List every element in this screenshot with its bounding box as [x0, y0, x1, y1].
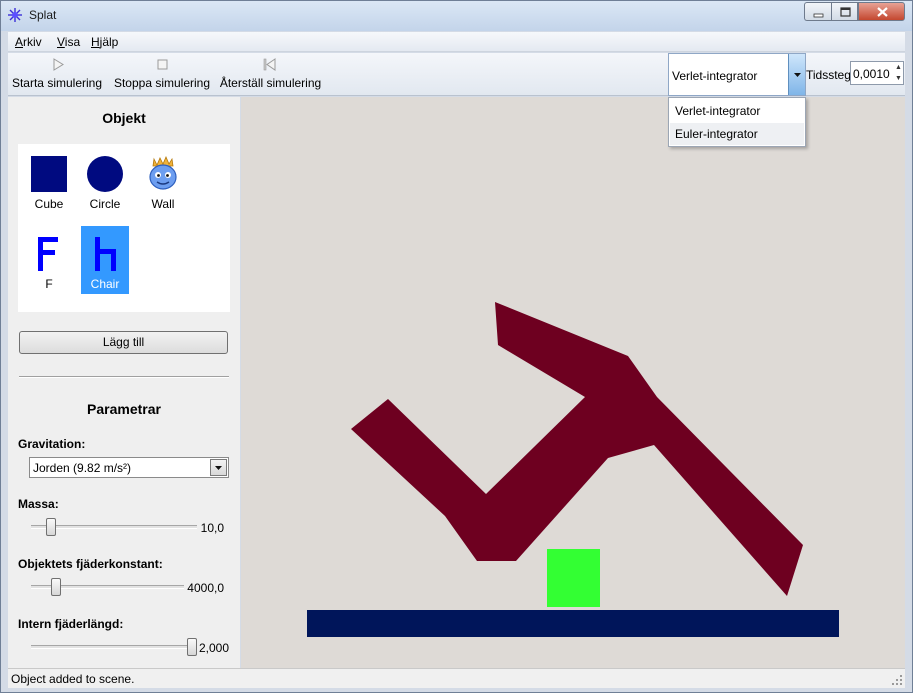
window-title: Splat — [29, 8, 57, 22]
status-message: Object added to scene. — [11, 672, 135, 686]
internal-spring-length-value: 2,000 — [198, 641, 229, 655]
maximize-button[interactable] — [831, 2, 858, 21]
mass-label: Massa: — [18, 497, 59, 511]
gravity-dropdown-button[interactable] — [210, 459, 227, 476]
close-button[interactable] — [858, 2, 905, 21]
ground-wall-object[interactable] — [307, 610, 839, 637]
play-icon — [53, 58, 64, 71]
palette-item-circle[interactable]: Circle — [81, 146, 129, 214]
integrator-option-verlet[interactable]: Verlet-integrator — [670, 100, 804, 122]
menu-hjalp[interactable]: Hjälp — [91, 35, 118, 49]
chair-shape-icon — [95, 237, 116, 271]
integrator-dropdown-button[interactable] — [788, 54, 805, 95]
palette-item-wall[interactable]: Wall — [139, 146, 187, 214]
spring-constant-value: 4000,0 — [187, 581, 224, 595]
app-window: Splat Arkiv Visa Hjälp Starta simulering… — [0, 0, 913, 693]
integrator-selected-value: Verlet-integrator — [672, 69, 758, 83]
spring-constant-slider-thumb[interactable] — [51, 578, 61, 596]
mass-value: 10,0 — [200, 521, 224, 535]
rewind-to-start-icon — [263, 58, 276, 71]
square-icon — [31, 156, 67, 192]
timestep-spinbox[interactable]: 0,0010 ▲ ▼ — [850, 61, 904, 85]
objects-heading: Objekt — [102, 110, 146, 126]
panel-divider — [19, 376, 229, 378]
stop-simulation-button[interactable]: Stoppa simulering — [113, 58, 211, 92]
circle-icon — [87, 156, 123, 192]
palette-item-chair[interactable]: Chair — [81, 226, 129, 294]
chevron-down-icon — [215, 466, 222, 470]
internal-spring-length-label: Intern fjäderlängd: — [18, 617, 124, 631]
splat-app-icon — [8, 8, 22, 22]
menu-bar: Arkiv Visa Hjälp — [8, 32, 905, 52]
timestep-label: Tidssteg — [806, 68, 851, 82]
stop-icon — [157, 59, 168, 70]
side-panel: Objekt Cube Circle Wall F Chair Lägg til… — [8, 97, 240, 668]
gravity-selected-value: Jorden (9.82 m/s²) — [33, 461, 132, 475]
object-palette: Cube Circle Wall F Chair — [18, 144, 230, 312]
gravity-select[interactable]: Jorden (9.82 m/s²) — [29, 457, 229, 478]
spin-down-icon[interactable]: ▼ — [894, 73, 903, 84]
integrator-select[interactable]: Verlet-integrator — [668, 53, 806, 96]
minimize-button[interactable] — [804, 2, 831, 21]
timestep-value: 0,0010 — [853, 67, 890, 81]
gravity-label: Gravitation: — [18, 437, 86, 451]
spring-constant-label: Objektets fjäderkonstant: — [18, 557, 163, 571]
blob-monster-icon — [149, 156, 177, 190]
integrator-option-euler[interactable]: Euler-integrator — [670, 123, 804, 145]
integrator-dropdown-list: Verlet-integrator Euler-integrator — [668, 97, 806, 147]
title-bar[interactable]: Splat — [1, 1, 912, 31]
menu-arkiv[interactable]: Arkiv — [15, 35, 42, 49]
reset-simulation-button[interactable]: Återställ simulering — [218, 58, 323, 92]
mass-slider-thumb[interactable] — [46, 518, 56, 536]
add-object-button[interactable]: Lägg till — [19, 331, 228, 354]
letter-f-shape-icon — [38, 237, 58, 271]
scene-canvas[interactable] — [241, 97, 905, 668]
menu-visa[interactable]: Visa — [57, 35, 80, 49]
parameters-heading: Parametrar — [87, 401, 161, 417]
chevron-down-icon — [794, 73, 801, 77]
close-icon — [877, 7, 888, 17]
spin-up-icon[interactable]: ▲ — [894, 62, 903, 73]
resize-grip-icon[interactable] — [891, 674, 903, 686]
status-bar: Object added to scene. — [8, 668, 905, 688]
cube-object[interactable] — [547, 549, 600, 607]
maximize-icon — [840, 7, 851, 17]
simulation-scene[interactable] — [241, 97, 905, 668]
minimize-icon — [813, 13, 824, 18]
toolbar: Starta simulering Stoppa simulering Åter… — [8, 53, 905, 96]
internal-spring-length-slider-track[interactable] — [31, 645, 197, 649]
palette-item-f[interactable]: F — [25, 226, 73, 294]
palette-item-cube[interactable]: Cube — [25, 146, 73, 214]
start-simulation-button[interactable]: Starta simulering — [8, 58, 106, 92]
